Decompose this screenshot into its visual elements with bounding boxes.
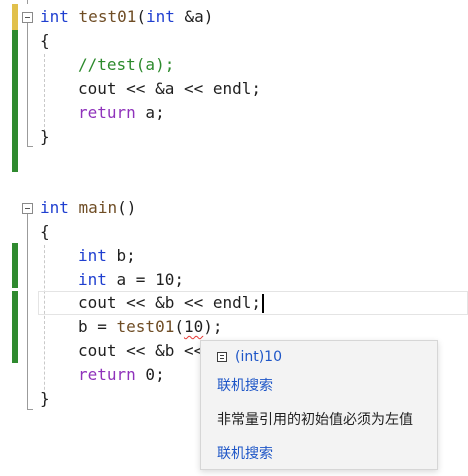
keyword: int bbox=[78, 246, 107, 265]
code-line[interactable]: return a; bbox=[78, 101, 165, 125]
keyword: int bbox=[78, 270, 107, 289]
outline-line bbox=[27, 214, 28, 409]
outline-line-top bbox=[27, 0, 28, 4]
return-keyword: return bbox=[78, 365, 136, 384]
code-line[interactable]: cout << &a << endl; bbox=[78, 77, 261, 101]
error-squiggle[interactable]: 10 bbox=[184, 317, 203, 336]
code-line[interactable]: int b; bbox=[78, 244, 136, 268]
outline-end bbox=[27, 409, 33, 410]
outline-line bbox=[27, 23, 28, 146]
statement: b = bbox=[78, 317, 117, 336]
brace: } bbox=[40, 127, 50, 146]
type-info: (int)10 bbox=[235, 349, 282, 365]
code-line[interactable]: { bbox=[40, 220, 50, 244]
change-bar-unsaved bbox=[12, 4, 18, 30]
code-line[interactable]: b = test01(10); bbox=[78, 315, 223, 339]
comment: //test(a); bbox=[78, 55, 175, 74]
tooltip-type-row: (int)10 bbox=[217, 349, 282, 365]
code-line[interactable]: return 0; bbox=[78, 363, 165, 387]
change-bar-saved bbox=[12, 243, 18, 288]
function-name: main bbox=[78, 198, 118, 217]
punctuation: ( bbox=[136, 7, 146, 26]
code-line[interactable]: int test01(int &a) bbox=[40, 5, 213, 29]
indent-guide bbox=[44, 245, 45, 405]
code-line[interactable]: //test(a); bbox=[78, 53, 174, 77]
code-line-current[interactable]: cout << &b << endl; bbox=[78, 291, 265, 315]
error-tooltip: (int)10 联机搜索 非常量引用的初始值必须为左值 联机搜索 bbox=[200, 340, 438, 470]
collapse-toggle-test01[interactable] bbox=[22, 12, 33, 23]
constant-icon bbox=[217, 352, 227, 362]
code-line[interactable]: int main() bbox=[40, 196, 136, 220]
outline-end bbox=[27, 146, 33, 147]
parameter: &a) bbox=[174, 7, 214, 26]
change-bar-saved bbox=[12, 30, 18, 172]
statement: b; bbox=[106, 246, 136, 265]
search-online-link[interactable]: 联机搜索 bbox=[217, 375, 273, 395]
punctuation: ); bbox=[203, 317, 223, 336]
brace: } bbox=[40, 389, 50, 408]
keyword: int bbox=[40, 7, 69, 26]
change-bar-saved bbox=[12, 291, 18, 363]
statement: cout << &a << endl; bbox=[78, 79, 262, 98]
code-editor[interactable]: int test01(int &a) { //test(a); cout << … bbox=[0, 0, 468, 476]
statement: 0; bbox=[135, 365, 165, 384]
error-message: 非常量引用的初始值必须为左值 bbox=[217, 412, 413, 428]
collapse-toggle-main[interactable] bbox=[22, 203, 33, 214]
punctuation: ( bbox=[174, 317, 184, 336]
keyword: int bbox=[145, 7, 175, 26]
statement: a = 10; bbox=[106, 270, 184, 289]
statement: a; bbox=[135, 103, 165, 122]
punctuation: () bbox=[117, 198, 137, 217]
function-name: test01 bbox=[116, 317, 175, 336]
code-line[interactable]: int a = 10; bbox=[78, 268, 184, 292]
code-line[interactable]: cout << &b << bbox=[78, 339, 203, 363]
code-line[interactable]: { bbox=[40, 29, 50, 53]
code-line[interactable]: } bbox=[40, 125, 50, 149]
statement: cout << &b << bbox=[78, 341, 204, 360]
text-caret bbox=[262, 294, 265, 313]
function-name: test01 bbox=[78, 7, 137, 26]
keyword: int bbox=[40, 198, 69, 217]
brace: { bbox=[40, 31, 50, 50]
brace: { bbox=[40, 222, 50, 241]
search-online-link[interactable]: 联机搜索 bbox=[217, 443, 273, 463]
statement: cout << &b << endl; bbox=[78, 293, 262, 312]
code-line[interactable]: } bbox=[40, 387, 50, 411]
return-keyword: return bbox=[78, 103, 136, 122]
